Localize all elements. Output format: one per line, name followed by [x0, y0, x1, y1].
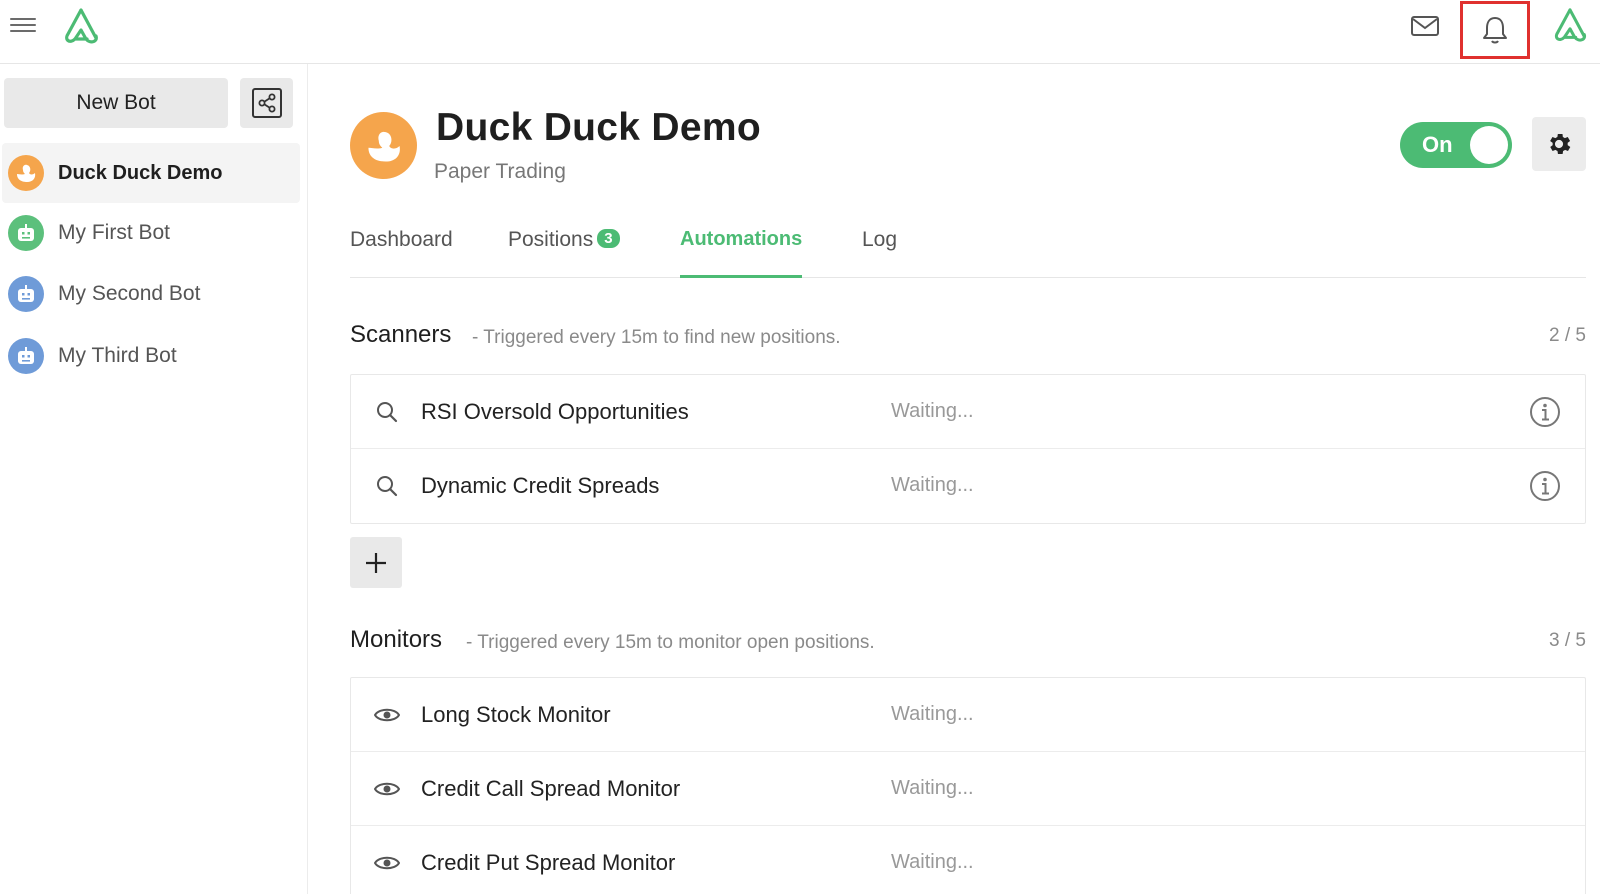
- bot-avatar: [350, 112, 417, 179]
- tab-automations[interactable]: Automations: [680, 228, 803, 278]
- eye-icon: [373, 849, 401, 877]
- share-icon: [258, 93, 275, 113]
- sidebar-item-my-first-bot[interactable]: My First Bot: [2, 203, 300, 263]
- eye-icon: [373, 701, 401, 729]
- tab-log[interactable]: Log: [862, 228, 897, 278]
- robot-icon: [18, 285, 34, 302]
- monitor-name: Credit Put Spread Monitor: [421, 850, 676, 875]
- tab-label: Dashboard: [350, 228, 453, 251]
- tab-positions[interactable]: Positions 3: [508, 228, 620, 278]
- positions-count-badge: 3: [597, 229, 620, 248]
- robot-avatar: [8, 276, 44, 312]
- monitor-status: Waiting...: [891, 777, 974, 799]
- page-title: Duck Duck Demo: [436, 106, 761, 149]
- hamburger-icon[interactable]: [10, 14, 36, 36]
- eye-icon: [373, 775, 401, 803]
- settings-button[interactable]: [1532, 117, 1586, 171]
- add-scanner-button[interactable]: [350, 537, 402, 588]
- section-count: 3 / 5: [1549, 630, 1586, 651]
- sidebar-item-label: My Second Bot: [58, 282, 201, 305]
- search-icon: [373, 472, 401, 500]
- scanner-status: Waiting...: [891, 474, 974, 496]
- sidebar-item-label: My First Bot: [58, 221, 171, 244]
- monitors-list: Long Stock Monitor Waiting... Credit Cal…: [350, 677, 1586, 894]
- scanner-row[interactable]: RSI Oversold Opportunities Waiting...: [351, 375, 1585, 449]
- sidebar-item-label: Duck Duck Demo: [58, 161, 223, 184]
- monitor-row[interactable]: Long Stock Monitor Waiting...: [351, 678, 1585, 752]
- sidebar: New Bot Duck Duck Demo My First Bot My S…: [0, 64, 308, 894]
- sidebar-item-duck-duck-demo[interactable]: Duck Duck Demo: [2, 143, 300, 203]
- monitor-name: Credit Call Spread Monitor: [421, 776, 681, 801]
- top-bar: [0, 0, 1600, 64]
- info-icon[interactable]: [1529, 470, 1561, 502]
- tab-dashboard[interactable]: Dashboard: [350, 228, 453, 278]
- robot-avatar: [8, 338, 44, 374]
- section-description: - Triggered every 15m to monitor open po…: [466, 632, 875, 653]
- scanners-header: Scanners - Triggered every 15m to find n…: [350, 321, 1586, 361]
- plus-icon: [366, 552, 386, 573]
- tab-label: Automations: [680, 228, 803, 250]
- share-button[interactable]: [240, 78, 293, 128]
- monitor-status: Waiting...: [891, 851, 974, 873]
- scanner-name: Dynamic Credit Spreads: [421, 473, 660, 498]
- bell-icon: [1483, 17, 1507, 44]
- section-description: - Triggered every 15m to find new positi…: [472, 327, 841, 348]
- toggle-knob: [1470, 126, 1508, 164]
- toggle-label: On: [1422, 132, 1453, 157]
- sidebar-item-my-third-bot[interactable]: My Third Bot: [2, 326, 300, 386]
- scanners-list: RSI Oversold Opportunities Waiting... Dy…: [350, 374, 1586, 524]
- account-logo-icon[interactable]: [1550, 6, 1590, 44]
- bot-on-off-toggle[interactable]: On: [1400, 122, 1512, 168]
- monitor-row[interactable]: Credit Call Spread Monitor Waiting...: [351, 752, 1585, 826]
- notifications-button[interactable]: [1460, 1, 1530, 59]
- search-icon: [373, 398, 401, 426]
- sidebar-item-label: My Third Bot: [58, 344, 177, 367]
- gear-icon: [1550, 133, 1571, 155]
- scanner-status: Waiting...: [891, 400, 974, 422]
- envelope-icon[interactable]: [1410, 14, 1440, 38]
- robot-icon: [18, 224, 34, 241]
- tab-label: Positions: [508, 228, 594, 251]
- section-title: Monitors: [350, 626, 443, 653]
- monitor-name: Long Stock Monitor: [421, 702, 611, 727]
- scanner-name: RSI Oversold Opportunities: [421, 399, 689, 424]
- monitor-row[interactable]: Credit Put Spread Monitor Waiting...: [351, 826, 1585, 894]
- duck-icon: [17, 164, 36, 182]
- robot-avatar: [8, 215, 44, 251]
- monitors-header: Monitors - Triggered every 15m to monito…: [350, 626, 1586, 666]
- brand-logo-icon[interactable]: [60, 6, 102, 46]
- tab-bar: Dashboard Positions 3 Automations Log: [350, 222, 1586, 278]
- section-title: Scanners: [350, 321, 452, 348]
- duck-avatar: [8, 155, 44, 191]
- scanner-row[interactable]: Dynamic Credit Spreads Waiting...: [351, 449, 1585, 523]
- sidebar-item-my-second-bot[interactable]: My Second Bot: [2, 264, 300, 324]
- new-bot-button[interactable]: New Bot: [4, 78, 228, 128]
- monitor-status: Waiting...: [891, 703, 974, 725]
- tab-label: Log: [862, 228, 898, 251]
- robot-icon: [18, 347, 34, 364]
- page-subtitle: Paper Trading: [434, 160, 566, 183]
- section-count: 2 / 5: [1549, 325, 1586, 346]
- info-icon[interactable]: [1529, 396, 1561, 428]
- duck-icon: [367, 131, 400, 162]
